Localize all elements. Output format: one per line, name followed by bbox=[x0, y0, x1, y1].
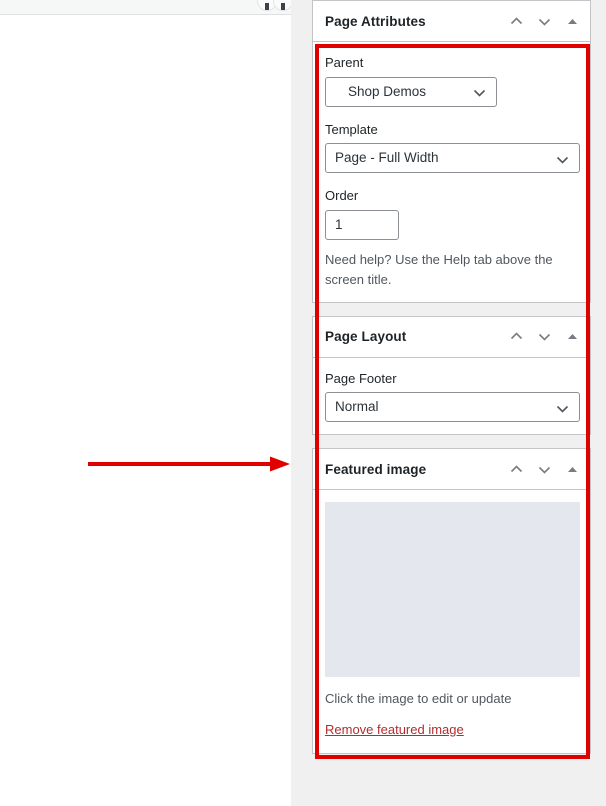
chevron-down-icon bbox=[555, 144, 570, 172]
parent-select[interactable]: Shop Demos bbox=[325, 76, 497, 107]
move-down-icon[interactable] bbox=[530, 454, 558, 484]
toggle-panel-icon[interactable] bbox=[558, 322, 586, 352]
page-footer-select[interactable]: Normal bbox=[325, 392, 580, 423]
page-footer-label: Page Footer bbox=[325, 370, 397, 386]
template-select[interactable]: Page - Full Width bbox=[325, 143, 580, 173]
move-up-icon[interactable] bbox=[502, 454, 530, 484]
move-down-icon[interactable] bbox=[530, 322, 558, 352]
editor-column bbox=[0, 0, 293, 806]
panel-body-page-attributes: Parent Shop Demos Template Page - Full W… bbox=[313, 42, 590, 302]
panel-featured-image: Featured image Click the image to edit o… bbox=[312, 448, 591, 754]
order-input[interactable]: 1 bbox=[325, 209, 399, 240]
move-up-icon[interactable] bbox=[502, 322, 530, 352]
toolbar-button-glyph-1 bbox=[265, 3, 269, 10]
featured-image-thumbnail[interactable] bbox=[325, 502, 580, 678]
chevron-down-icon bbox=[472, 78, 487, 106]
panel-body-featured-image: Click the image to edit or update Remove… bbox=[313, 490, 590, 753]
move-up-icon[interactable] bbox=[502, 6, 530, 36]
template-select-value: Page - Full Width bbox=[335, 150, 439, 165]
parent-select-value: Shop Demos bbox=[348, 83, 427, 99]
editor-toolbar-button-2[interactable] bbox=[273, 0, 293, 11]
toolbar-button-glyph-2 bbox=[281, 3, 285, 10]
chevron-down-icon bbox=[555, 393, 570, 421]
move-down-icon[interactable] bbox=[530, 6, 558, 36]
page-footer-select-value: Normal bbox=[335, 399, 379, 415]
featured-image-hint: Click the image to edit or update bbox=[325, 691, 512, 707]
order-label: Order bbox=[325, 188, 359, 203]
panel-page-attributes: Page Attributes Parent Shop Demos Templa… bbox=[312, 0, 591, 303]
panel-body-page-layout: Page Footer Normal bbox=[313, 358, 590, 435]
parent-label: Parent bbox=[325, 55, 364, 70]
editor-canvas[interactable] bbox=[0, 15, 291, 806]
panel-title-page-attributes: Page Attributes bbox=[325, 13, 426, 29]
panel-title-featured-image: Featured image bbox=[325, 461, 427, 477]
toggle-panel-icon[interactable] bbox=[558, 6, 586, 36]
panel-title-page-layout: Page Layout bbox=[325, 329, 407, 345]
remove-featured-image-link[interactable]: Remove featured image bbox=[325, 722, 464, 737]
editor-toolbar bbox=[0, 0, 293, 15]
panel-page-layout: Page Layout Page Footer Normal bbox=[312, 315, 591, 436]
template-label: Template bbox=[325, 121, 378, 137]
page-attributes-help-text: Need help? Use the Help tab above the sc… bbox=[325, 251, 553, 287]
panel-header-page-layout[interactable]: Page Layout bbox=[313, 317, 590, 358]
toggle-panel-icon[interactable] bbox=[558, 454, 586, 484]
post-settings-sidebar: Page Attributes Parent Shop Demos Templa… bbox=[312, 0, 591, 754]
panel-header-featured-image[interactable]: Featured image bbox=[313, 449, 590, 491]
sidebar-gutter bbox=[291, 0, 312, 806]
panel-header-page-attributes[interactable]: Page Attributes bbox=[313, 1, 590, 42]
